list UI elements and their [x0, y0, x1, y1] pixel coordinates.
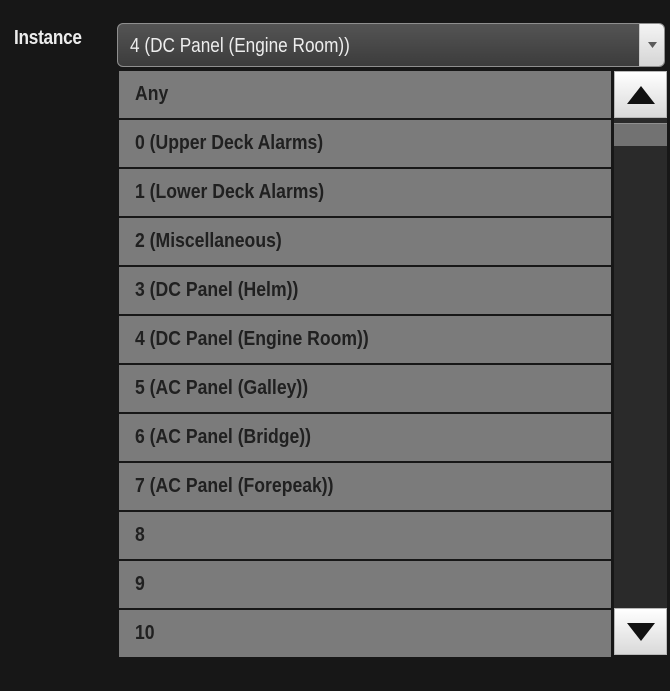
option-1[interactable]: 1 (Lower Deck Alarms): [119, 169, 611, 216]
option-10[interactable]: 10: [119, 610, 611, 657]
triangle-up-icon: [627, 86, 655, 104]
instance-select[interactable]: 4 (DC Panel (Engine Room)): [117, 23, 665, 67]
options-scrollbar[interactable]: [614, 71, 667, 655]
chevron-down-icon: [648, 42, 657, 48]
option-9[interactable]: 9: [119, 561, 611, 608]
option-8[interactable]: 8: [119, 512, 611, 559]
instance-select-value: 4 (DC Panel (Engine Room)): [130, 35, 350, 57]
option-6[interactable]: 6 (AC Panel (Bridge)): [119, 414, 611, 461]
instance-label: Instance: [14, 27, 82, 49]
scroll-down-button[interactable]: [614, 608, 667, 655]
option-7[interactable]: 7 (AC Panel (Forepeak)): [119, 463, 611, 510]
option-any[interactable]: Any: [119, 71, 611, 118]
instance-options-list: Any 0 (Upper Deck Alarms) 1 (Lower Deck …: [119, 71, 611, 659]
scrollbar-thumb[interactable]: [614, 123, 667, 146]
triangle-down-icon: [627, 623, 655, 641]
scroll-up-button[interactable]: [614, 71, 667, 118]
option-3[interactable]: 3 (DC Panel (Helm)): [119, 267, 611, 314]
option-4[interactable]: 4 (DC Panel (Engine Room)): [119, 316, 611, 363]
select-dropdown-button[interactable]: [639, 24, 664, 66]
option-0[interactable]: 0 (Upper Deck Alarms): [119, 120, 611, 167]
option-2[interactable]: 2 (Miscellaneous): [119, 218, 611, 265]
option-5[interactable]: 5 (AC Panel (Galley)): [119, 365, 611, 412]
